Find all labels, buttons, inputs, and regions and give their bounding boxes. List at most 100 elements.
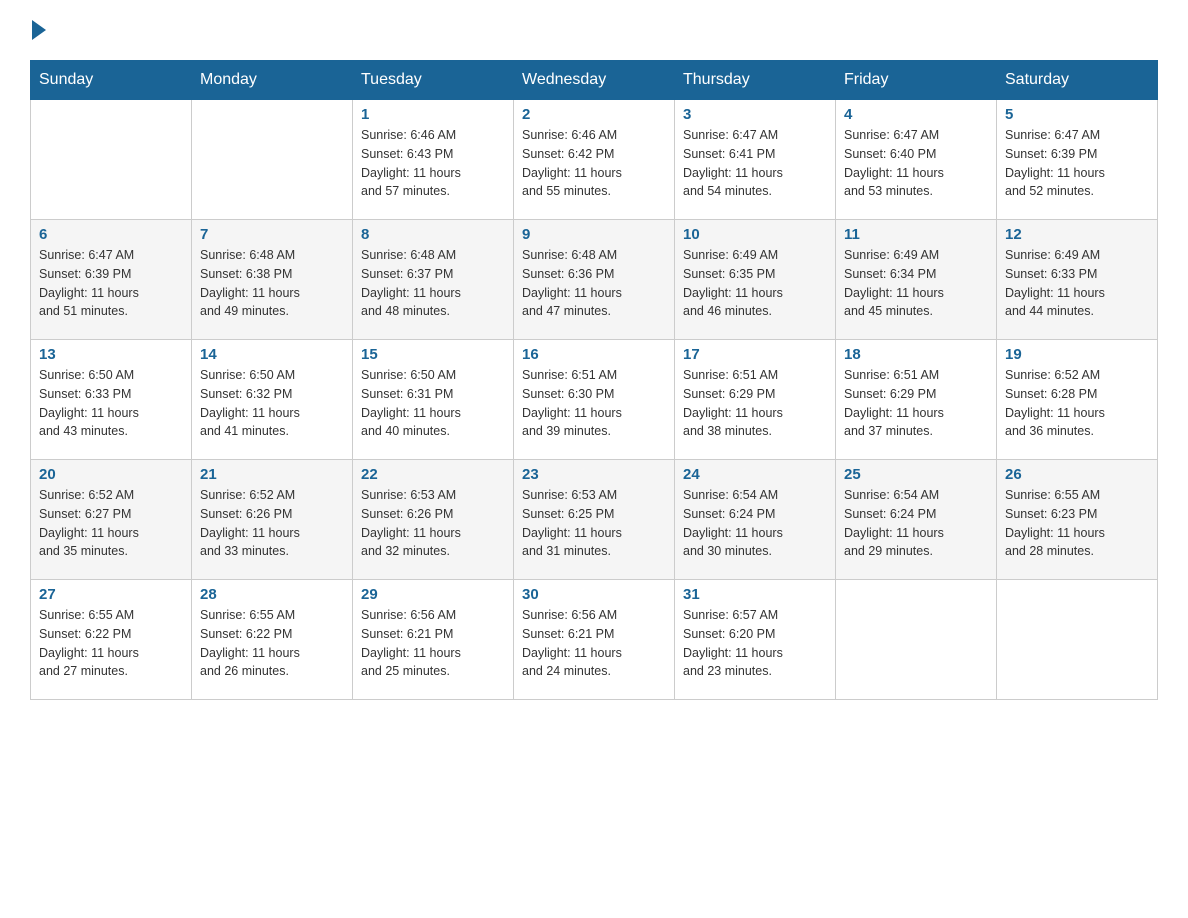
day-info: Sunrise: 6:56 AMSunset: 6:21 PMDaylight:… — [522, 606, 666, 681]
calendar-cell: 6 Sunrise: 6:47 AMSunset: 6:39 PMDaylight… — [31, 220, 192, 340]
calendar-table: SundayMondayTuesdayWednesdayThursdayFrid… — [30, 60, 1158, 700]
day-info: Sunrise: 6:48 AMSunset: 6:36 PMDaylight:… — [522, 246, 666, 321]
day-number: 21 — [200, 466, 344, 483]
day-info: Sunrise: 6:48 AMSunset: 6:37 PMDaylight:… — [361, 246, 505, 321]
day-number: 29 — [361, 586, 505, 603]
calendar-cell: 17 Sunrise: 6:51 AMSunset: 6:29 PMDayligh… — [675, 340, 836, 460]
day-info: Sunrise: 6:47 AMSunset: 6:39 PMDaylight:… — [1005, 126, 1149, 201]
day-number: 15 — [361, 346, 505, 363]
logo-arrow-icon — [32, 20, 46, 40]
day-number: 25 — [844, 466, 988, 483]
day-info: Sunrise: 6:53 AMSunset: 6:25 PMDaylight:… — [522, 486, 666, 561]
day-number: 27 — [39, 586, 183, 603]
calendar-cell: 5 Sunrise: 6:47 AMSunset: 6:39 PMDaylight… — [997, 100, 1158, 220]
logo — [30, 20, 48, 40]
calendar-cell: 22 Sunrise: 6:53 AMSunset: 6:26 PMDayligh… — [353, 460, 514, 580]
calendar-cell: 7 Sunrise: 6:48 AMSunset: 6:38 PMDaylight… — [192, 220, 353, 340]
day-number: 28 — [200, 586, 344, 603]
day-info: Sunrise: 6:50 AMSunset: 6:32 PMDaylight:… — [200, 366, 344, 441]
day-info: Sunrise: 6:50 AMSunset: 6:33 PMDaylight:… — [39, 366, 183, 441]
calendar-cell: 27 Sunrise: 6:55 AMSunset: 6:22 PMDayligh… — [31, 580, 192, 700]
week-row-1: 1 Sunrise: 6:46 AMSunset: 6:43 PMDaylight… — [31, 100, 1158, 220]
day-info: Sunrise: 6:51 AMSunset: 6:29 PMDaylight:… — [683, 366, 827, 441]
day-number: 4 — [844, 106, 988, 123]
day-info: Sunrise: 6:51 AMSunset: 6:29 PMDaylight:… — [844, 366, 988, 441]
calendar-cell: 8Sunrise: 6:48 AMSunset: 6:37 PMDaylight… — [353, 220, 514, 340]
weekday-header-thursday: Thursday — [675, 61, 836, 100]
calendar-cell: 1 Sunrise: 6:46 AMSunset: 6:43 PMDaylight… — [353, 100, 514, 220]
weekday-header-wednesday: Wednesday — [514, 61, 675, 100]
day-number: 13 — [39, 346, 183, 363]
calendar-cell: 30Sunrise: 6:56 AMSunset: 6:21 PMDayligh… — [514, 580, 675, 700]
calendar-cell — [192, 100, 353, 220]
calendar-cell: 15 Sunrise: 6:50 AMSunset: 6:31 PMDayligh… — [353, 340, 514, 460]
day-number: 11 — [844, 226, 988, 243]
day-info: Sunrise: 6:48 AMSunset: 6:38 PMDaylight:… — [200, 246, 344, 321]
calendar-cell: 24Sunrise: 6:54 AMSunset: 6:24 PMDayligh… — [675, 460, 836, 580]
week-row-4: 20 Sunrise: 6:52 AMSunset: 6:27 PMDayligh… — [31, 460, 1158, 580]
day-number: 10 — [683, 226, 827, 243]
day-info: Sunrise: 6:54 AMSunset: 6:24 PMDaylight:… — [844, 486, 988, 561]
calendar-cell: 13 Sunrise: 6:50 AMSunset: 6:33 PMDayligh… — [31, 340, 192, 460]
calendar-cell: 16Sunrise: 6:51 AMSunset: 6:30 PMDayligh… — [514, 340, 675, 460]
week-row-5: 27 Sunrise: 6:55 AMSunset: 6:22 PMDayligh… — [31, 580, 1158, 700]
day-info: Sunrise: 6:52 AMSunset: 6:27 PMDaylight:… — [39, 486, 183, 561]
day-info: Sunrise: 6:55 AMSunset: 6:22 PMDaylight:… — [39, 606, 183, 681]
day-number: 3 — [683, 106, 827, 123]
day-info: Sunrise: 6:54 AMSunset: 6:24 PMDaylight:… — [683, 486, 827, 561]
day-info: Sunrise: 6:47 AMSunset: 6:39 PMDaylight:… — [39, 246, 183, 321]
calendar-cell: 19 Sunrise: 6:52 AMSunset: 6:28 PMDayligh… — [997, 340, 1158, 460]
day-info: Sunrise: 6:47 AMSunset: 6:40 PMDaylight:… — [844, 126, 988, 201]
calendar-cell: 25 Sunrise: 6:54 AMSunset: 6:24 PMDayligh… — [836, 460, 997, 580]
calendar-cell: 4 Sunrise: 6:47 AMSunset: 6:40 PMDaylight… — [836, 100, 997, 220]
day-number: 31 — [683, 586, 827, 603]
day-number: 22 — [361, 466, 505, 483]
day-number: 5 — [1005, 106, 1149, 123]
weekday-header-sunday: Sunday — [31, 61, 192, 100]
day-number: 23 — [522, 466, 666, 483]
day-info: Sunrise: 6:52 AMSunset: 6:26 PMDaylight:… — [200, 486, 344, 561]
day-number: 17 — [683, 346, 827, 363]
day-number: 16 — [522, 346, 666, 363]
day-number: 6 — [39, 226, 183, 243]
day-info: Sunrise: 6:53 AMSunset: 6:26 PMDaylight:… — [361, 486, 505, 561]
day-info: Sunrise: 6:56 AMSunset: 6:21 PMDaylight:… — [361, 606, 505, 681]
calendar-cell: 28 Sunrise: 6:55 AMSunset: 6:22 PMDayligh… — [192, 580, 353, 700]
day-info: Sunrise: 6:52 AMSunset: 6:28 PMDaylight:… — [1005, 366, 1149, 441]
day-number: 26 — [1005, 466, 1149, 483]
calendar-cell: 3 Sunrise: 6:47 AMSunset: 6:41 PMDaylight… — [675, 100, 836, 220]
weekday-header-friday: Friday — [836, 61, 997, 100]
day-number: 1 — [361, 106, 505, 123]
week-row-2: 6 Sunrise: 6:47 AMSunset: 6:39 PMDaylight… — [31, 220, 1158, 340]
calendar-cell: 12 Sunrise: 6:49 AMSunset: 6:33 PMDayligh… — [997, 220, 1158, 340]
week-row-3: 13 Sunrise: 6:50 AMSunset: 6:33 PMDayligh… — [31, 340, 1158, 460]
day-info: Sunrise: 6:57 AMSunset: 6:20 PMDaylight:… — [683, 606, 827, 681]
calendar-cell: 21 Sunrise: 6:52 AMSunset: 6:26 PMDayligh… — [192, 460, 353, 580]
day-info: Sunrise: 6:47 AMSunset: 6:41 PMDaylight:… — [683, 126, 827, 201]
calendar-cell: 20 Sunrise: 6:52 AMSunset: 6:27 PMDayligh… — [31, 460, 192, 580]
day-number: 9 — [522, 226, 666, 243]
day-number: 2 — [522, 106, 666, 123]
calendar-cell: 29 Sunrise: 6:56 AMSunset: 6:21 PMDayligh… — [353, 580, 514, 700]
calendar-cell: 23 Sunrise: 6:53 AMSunset: 6:25 PMDayligh… — [514, 460, 675, 580]
calendar-cell: 9 Sunrise: 6:48 AMSunset: 6:36 PMDaylight… — [514, 220, 675, 340]
day-number: 19 — [1005, 346, 1149, 363]
calendar-cell — [836, 580, 997, 700]
calendar-cell: 26Sunrise: 6:55 AMSunset: 6:23 PMDayligh… — [997, 460, 1158, 580]
day-info: Sunrise: 6:46 AMSunset: 6:43 PMDaylight:… — [361, 126, 505, 201]
day-number: 7 — [200, 226, 344, 243]
weekday-header-saturday: Saturday — [997, 61, 1158, 100]
calendar-cell: 10 Sunrise: 6:49 AMSunset: 6:35 PMDayligh… — [675, 220, 836, 340]
day-info: Sunrise: 6:49 AMSunset: 6:35 PMDaylight:… — [683, 246, 827, 321]
day-number: 18 — [844, 346, 988, 363]
calendar-cell: 2 Sunrise: 6:46 AMSunset: 6:42 PMDaylight… — [514, 100, 675, 220]
day-info: Sunrise: 6:55 AMSunset: 6:22 PMDaylight:… — [200, 606, 344, 681]
day-info: Sunrise: 6:49 AMSunset: 6:33 PMDaylight:… — [1005, 246, 1149, 321]
day-info: Sunrise: 6:46 AMSunset: 6:42 PMDaylight:… — [522, 126, 666, 201]
day-info: Sunrise: 6:50 AMSunset: 6:31 PMDaylight:… — [361, 366, 505, 441]
calendar-cell: 31 Sunrise: 6:57 AMSunset: 6:20 PMDayligh… — [675, 580, 836, 700]
weekday-header-row: SundayMondayTuesdayWednesdayThursdayFrid… — [31, 61, 1158, 100]
day-number: 12 — [1005, 226, 1149, 243]
calendar-cell — [31, 100, 192, 220]
day-number: 20 — [39, 466, 183, 483]
